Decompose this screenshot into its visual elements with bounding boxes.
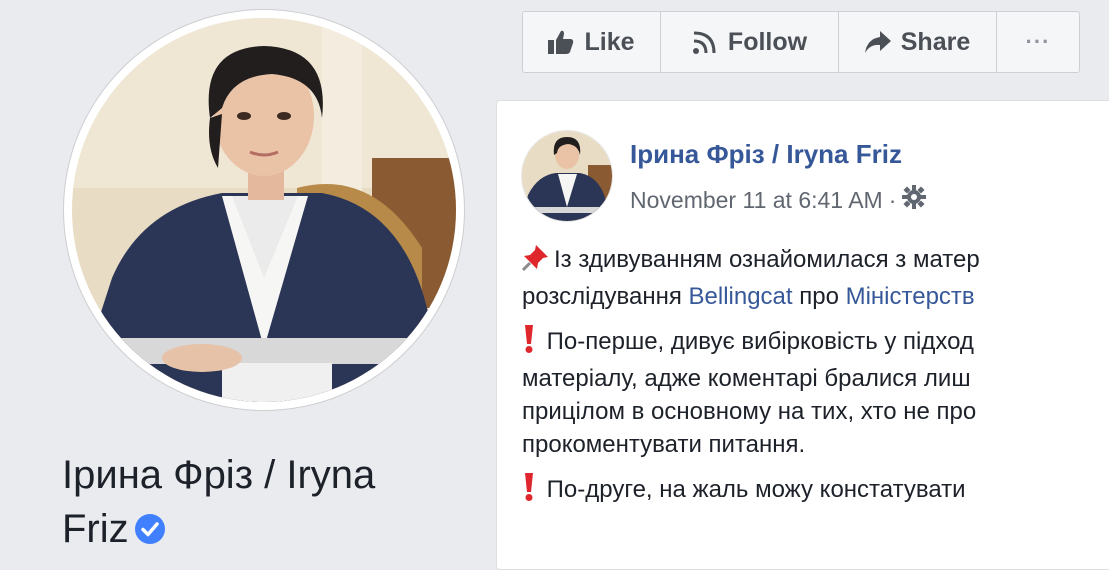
post-author-name[interactable]: Ірина Фріз / Iryna Friz xyxy=(630,139,902,170)
bellingcat-link[interactable]: Bellingcat xyxy=(689,283,793,310)
post-text: По-перше, дивує вибірковість у підход xyxy=(540,328,974,355)
post-line: По-перше, дивує вибірковість у підход xyxy=(522,325,1109,362)
post-paragraph-1: Із здивуванням ознайомилася з матер розс… xyxy=(521,243,1109,313)
rss-icon xyxy=(692,29,718,55)
follow-label: Follow xyxy=(727,27,808,56)
post-text: Із здивуванням ознайомилася з матер xyxy=(554,246,980,273)
post-text: По-друге, на жаль можу констатувати xyxy=(540,476,966,503)
share-arrow-icon xyxy=(864,31,891,53)
profile-name-line1: Ірина Фріз / Iryna xyxy=(62,453,376,497)
verified-check-icon xyxy=(134,514,165,544)
like-label: Like xyxy=(584,27,635,56)
ministry-link[interactable]: Міністерств xyxy=(846,283,975,310)
post-author-avatar[interactable] xyxy=(522,131,612,221)
more-options-button[interactable]: ··· xyxy=(997,12,1079,72)
profile-name-line2: Friz xyxy=(62,507,129,551)
post-line: прокоментувати питання. xyxy=(522,431,806,458)
page-action-bar: Like Follow Share ··· xyxy=(522,11,1080,73)
like-button[interactable]: Like xyxy=(523,12,661,72)
gear-icon[interactable] xyxy=(902,185,927,215)
thumbs-up-icon xyxy=(548,30,574,54)
profile-sidebar: Ірина Фріз / Iryna Friz xyxy=(0,0,496,558)
pushpin-icon xyxy=(521,243,550,280)
post-line: прицілом в основному на тих, хто не про xyxy=(522,398,977,425)
share-button[interactable]: Share xyxy=(839,12,997,72)
profile-picture[interactable] xyxy=(72,18,456,402)
post-line: Із здивуванням ознайомилася з матер xyxy=(521,243,1109,280)
post-body: Із здивуванням ознайомилася з матер розс… xyxy=(521,243,1109,522)
red-exclamation-icon xyxy=(522,325,536,362)
profile-name[interactable]: Ірина Фріз / Iryna Friz xyxy=(62,448,482,556)
profile-picture-frame[interactable] xyxy=(64,10,464,410)
post-line: матеріалу, адже коментарі бралися лиш xyxy=(522,365,971,392)
post-card: Ірина Фріз / Iryna Friz November 11 at 6… xyxy=(496,100,1109,570)
meta-separator: · xyxy=(888,186,897,213)
post-meta: November 11 at 6:41 AM · xyxy=(630,185,927,215)
red-exclamation-icon xyxy=(522,473,536,510)
post-paragraph-2: По-перше, дивує вибірковість у підход ма… xyxy=(522,325,1109,461)
post-line: розслідування Bellingcat про Міністерств xyxy=(522,280,1109,313)
share-label: Share xyxy=(900,27,971,56)
post-timestamp[interactable]: November 11 at 6:41 AM xyxy=(630,187,883,214)
more-dots-icon: ··· xyxy=(1025,29,1051,54)
post-line: По-друге, на жаль можу констатувати xyxy=(522,473,1109,510)
post-text: розслідування xyxy=(522,283,689,310)
post-text: про xyxy=(792,283,846,310)
post-paragraph-3: По-друге, на жаль можу констатувати xyxy=(522,473,1109,510)
follow-button[interactable]: Follow xyxy=(661,12,839,72)
